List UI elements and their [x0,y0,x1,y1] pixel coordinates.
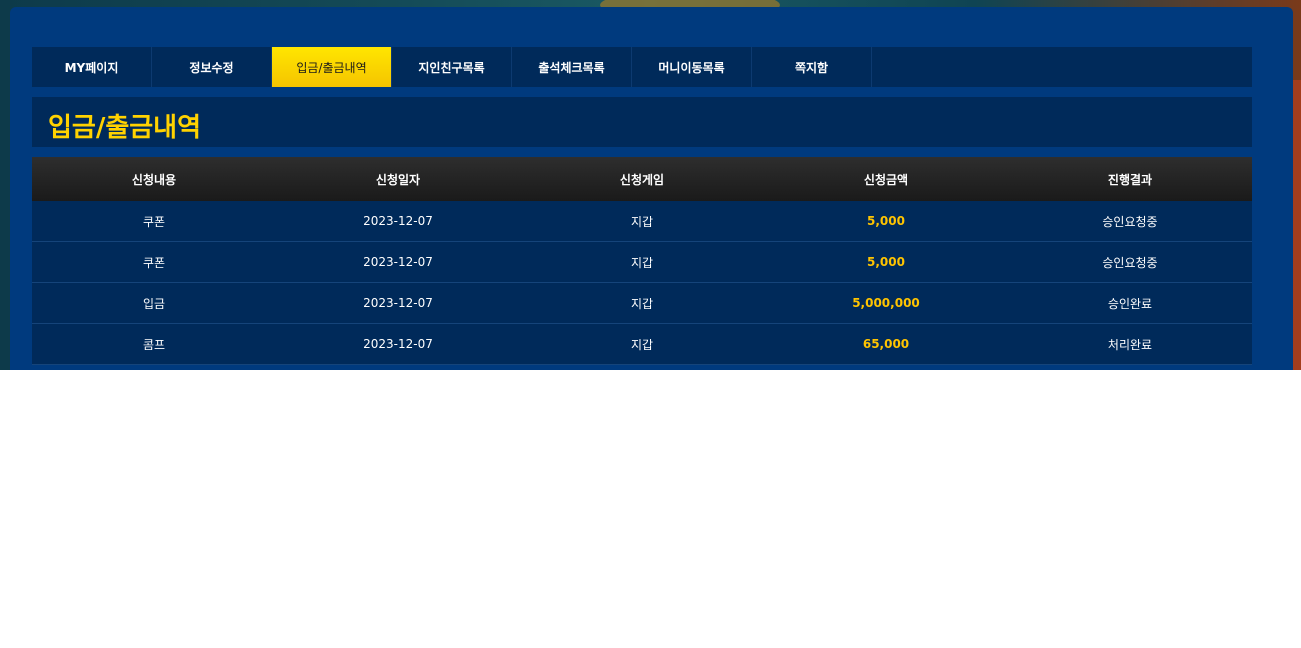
history-table: 신청내용 신청일자 신청게임 신청금액 진행결과 쿠폰 2023-12-07 지… [32,157,1252,365]
cell-status: 승인요청중 [1102,255,1158,270]
cell-date: 2023-12-07 [363,296,433,310]
cell-amount: 5,000 [867,255,905,269]
cell-game: 지갑 [630,296,654,311]
cell-type: 입금 [142,296,166,311]
tab-deposit-withdraw-history[interactable]: 입금/출금내역 [272,47,392,87]
cell-type: 콤프 [142,337,166,352]
header-request-amount: 신청금액 [863,172,909,187]
cell-date: 2023-12-07 [363,255,433,269]
page-title: 입금/출금내역 [48,113,202,143]
table-row: 쿠폰 2023-12-07 지갑 5,000 승인요청중 [32,201,1252,242]
cell-date: 2023-12-07 [363,337,433,351]
mypage-panel: MY페이지 정보수정 입금/출금내역 지인친구목록 출석체크목록 머니이동목록 … [10,7,1293,370]
cell-type: 쿠폰 [142,255,166,270]
header-status: 진행결과 [1107,172,1153,187]
tab-messages[interactable]: 쪽지함 [752,47,872,87]
table-header: 신청내용 신청일자 신청게임 신청금액 진행결과 [32,157,1252,201]
tab-mypage[interactable]: MY페이지 [32,47,152,87]
cell-game: 지갑 [630,337,654,352]
tab-friend-list[interactable]: 지인친구목록 [392,47,512,87]
cell-game: 지갑 [630,214,654,229]
cell-status: 승인요청중 [1102,214,1158,229]
tab-attendance-list[interactable]: 출석체크목록 [512,47,632,87]
cell-status: 처리완료 [1107,337,1153,352]
tab-money-transfer-list[interactable]: 머니이동목록 [632,47,752,87]
cell-date: 2023-12-07 [363,214,433,228]
cell-amount: 5,000 [867,214,905,228]
section-header: 입금/출금내역 [32,97,1252,147]
tab-bar: MY페이지 정보수정 입금/출금내역 지인친구목록 출석체크목록 머니이동목록 … [32,47,1252,87]
header-request-game: 신청게임 [619,172,665,187]
header-request-type: 신청내용 [131,172,177,187]
header-request-date: 신청일자 [375,172,421,187]
cell-game: 지갑 [630,255,654,270]
table-row: 콤프 2023-12-07 지갑 65,000 처리완료 [32,324,1252,365]
cell-type: 쿠폰 [142,214,166,229]
cell-amount: 5,000,000 [852,296,920,310]
table-row: 입금 2023-12-07 지갑 5,000,000 승인완료 [32,283,1252,324]
tab-edit-info[interactable]: 정보수정 [152,47,272,87]
cell-amount: 65,000 [862,337,910,351]
table-row: 쿠폰 2023-12-07 지갑 5,000 승인요청중 [32,242,1252,283]
cell-status: 승인완료 [1107,296,1153,311]
